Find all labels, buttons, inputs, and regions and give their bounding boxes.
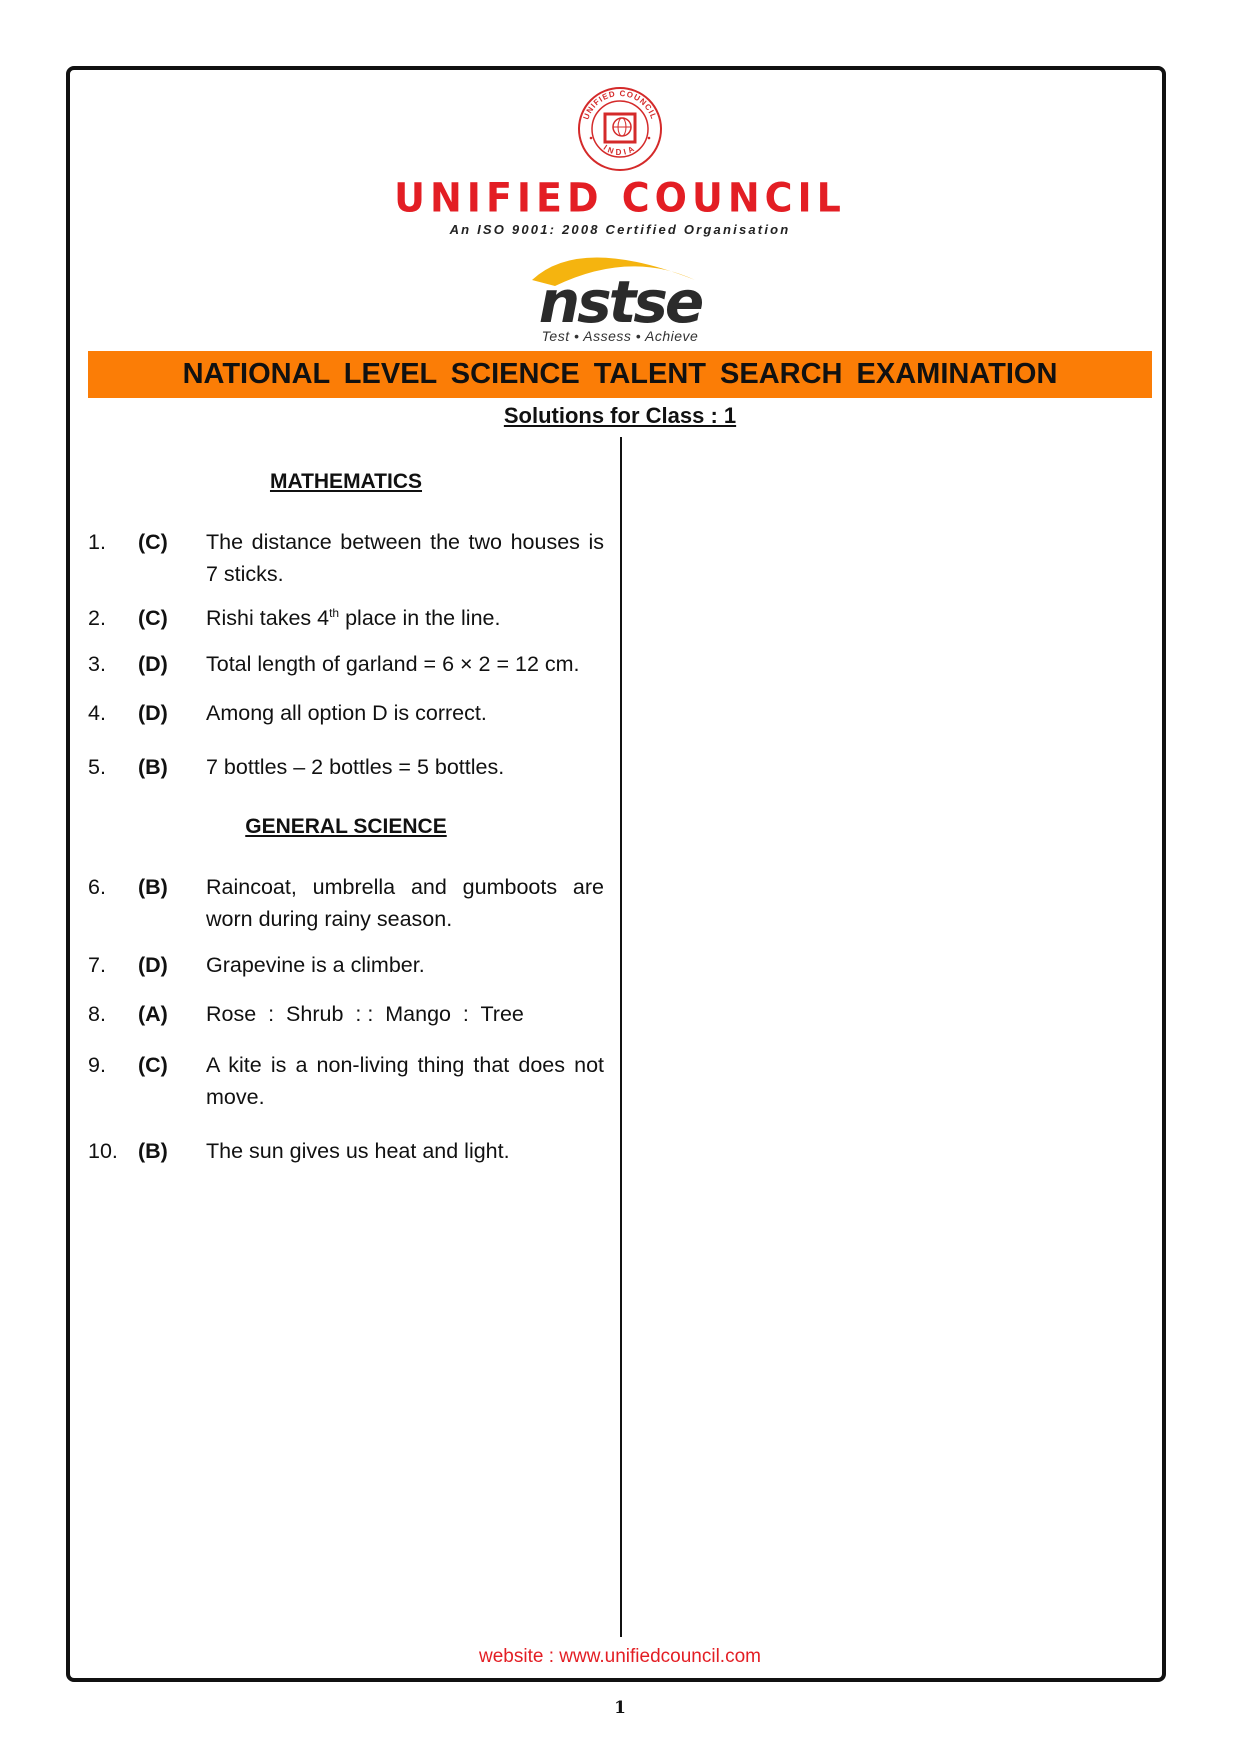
ordinal-suffix: th	[329, 605, 340, 620]
organization-name: UNIFIED COUNCIL	[394, 174, 846, 222]
answer-option: (B)	[138, 1139, 168, 1163]
question-number: 9.	[88, 1053, 106, 1077]
website-link[interactable]: website : www.unifiedcouncil.com	[0, 1646, 1240, 1668]
answer-explanation: Raincoat, umbrella and gumboots are worn…	[206, 875, 604, 931]
question-number: 7.	[88, 953, 106, 977]
answer-explanation: Total length of garland = 6 × 2 = 12 cm.	[206, 652, 580, 676]
exam-title: NATIONAL LEVEL SCIENCE TALENT SEARCH EXA…	[182, 358, 1058, 390]
question-number: 4.	[88, 701, 106, 725]
question-number: 10.	[88, 1139, 118, 1163]
answer-option: (D)	[138, 701, 168, 725]
answer-option: (B)	[138, 755, 168, 779]
nstse-tagline: Test • Assess • Achieve	[542, 328, 699, 344]
answer-explanation: The sun gives us heat and light.	[206, 1139, 510, 1163]
question-number: 8.	[88, 1002, 106, 1026]
answer-option: (C)	[138, 606, 168, 630]
answer-option: (D)	[138, 652, 168, 676]
answer-explanation: Among all option D is correct.	[206, 701, 487, 725]
svg-text:UNIFIED COUNCIL: UNIFIED COUNCIL	[582, 89, 659, 121]
answer-explanation: Grapevine is a climber.	[206, 953, 425, 977]
question-number: 5.	[88, 755, 106, 779]
section-heading-general-science: GENERAL SCIENCE	[245, 815, 447, 838]
column-divider	[620, 437, 622, 1637]
answer-explanation: Rishi takes 4th place in the line.	[206, 602, 604, 634]
answer-explanation: 7 bottles – 2 bottles = 5 bottles.	[206, 755, 505, 779]
question-number: 2.	[88, 606, 106, 630]
explanation-text: place in the line.	[339, 606, 501, 630]
explanation-text: Rishi takes 4	[206, 606, 330, 630]
answer-option: (B)	[138, 875, 168, 899]
answer-option: (C)	[138, 530, 168, 554]
nstse-logo: nstse Test • Assess • Achieve	[532, 257, 706, 344]
question-number: 1.	[88, 530, 106, 554]
solutions-subtitle: Solutions for Class : 1	[503, 403, 737, 428]
answer-explanation: A kite is a non-living thing that does n…	[206, 1053, 604, 1109]
nstse-wordmark: nstse	[539, 268, 703, 336]
question-number: 3.	[88, 652, 106, 676]
certification-tagline: An ISO 9001: 2008 Certified Organisation	[449, 222, 791, 237]
answer-explanation: The distance between the two houses is 7…	[206, 530, 604, 586]
answer-explanation: Rose : Shrub : : Mango : Tree	[206, 1002, 524, 1026]
unified-council-seal-icon: UNIFIED COUNCIL INDIA	[578, 87, 662, 171]
exam-title-banner: NATIONAL LEVEL SCIENCE TALENT SEARCH EXA…	[88, 351, 1152, 398]
answer-option: (A)	[138, 1002, 168, 1026]
seal-top-text: UNIFIED COUNCIL	[582, 89, 658, 121]
question-number: 6.	[88, 875, 106, 899]
page-number: 1	[614, 1698, 626, 1718]
answer-option: (C)	[138, 1053, 168, 1077]
section-heading-mathematics: MATHEMATICS	[269, 470, 423, 493]
answer-option: (D)	[138, 953, 168, 977]
